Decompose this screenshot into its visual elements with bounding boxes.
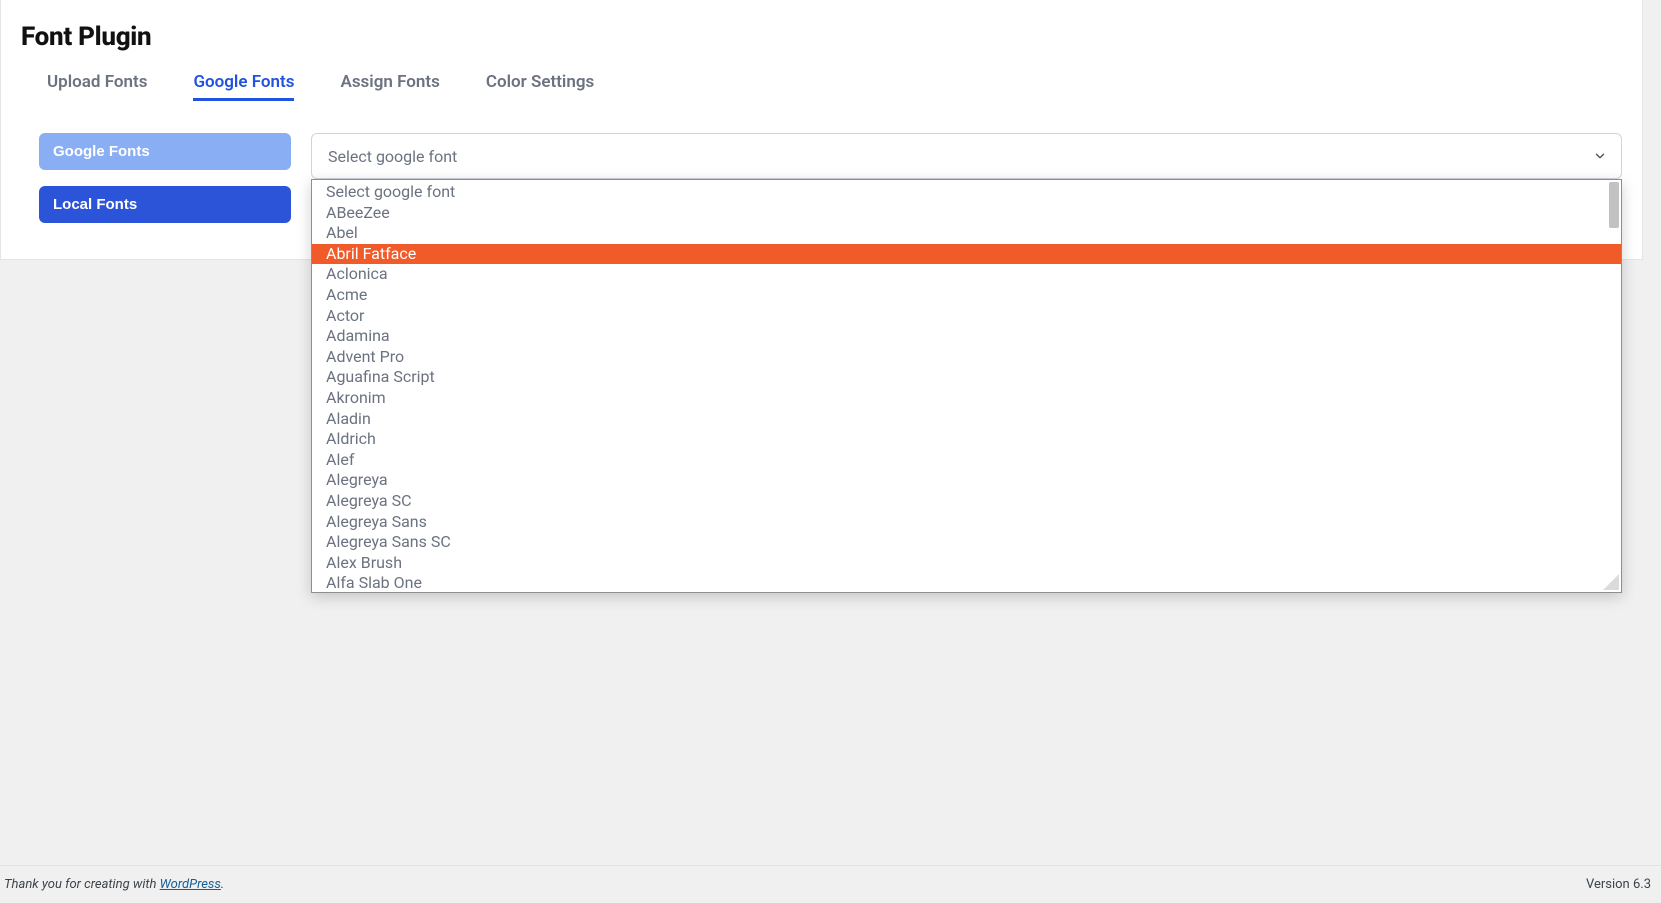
- sidebar-item-label: Google Fonts: [53, 143, 150, 160]
- font-option[interactable]: Advent Pro: [312, 347, 1621, 368]
- admin-footer: Thank you for creating with WordPress. V…: [0, 865, 1661, 903]
- sidebar-item-google-fonts[interactable]: Google Fonts: [39, 133, 291, 170]
- resize-handle-icon: [1603, 574, 1619, 590]
- footer-wordpress-link[interactable]: WordPress: [160, 877, 221, 892]
- page-title: Font Plugin: [21, 22, 1622, 52]
- chevron-down-icon: [1593, 149, 1607, 163]
- font-option[interactable]: Actor: [312, 306, 1621, 327]
- sidebar-item-label: Local Fonts: [53, 196, 137, 213]
- tab-label: Google Fonts: [193, 72, 294, 92]
- plugin-card: Font Plugin Upload Fonts Google Fonts As…: [0, 0, 1643, 260]
- footer-thanks-prefix: Thank you for creating with: [4, 877, 160, 892]
- font-option[interactable]: Alegreya Sans: [312, 512, 1621, 533]
- font-option[interactable]: Alef: [312, 450, 1621, 471]
- sidebar-item-local-fonts[interactable]: Local Fonts: [39, 186, 291, 223]
- font-option[interactable]: Select google font: [312, 182, 1621, 203]
- font-option[interactable]: Aclonica: [312, 264, 1621, 285]
- tab-upload-fonts[interactable]: Upload Fonts: [47, 72, 147, 101]
- font-option[interactable]: Akronim: [312, 388, 1621, 409]
- tabs: Upload Fonts Google Fonts Assign Fonts C…: [21, 72, 1622, 101]
- font-option[interactable]: ABeeZee: [312, 203, 1621, 224]
- font-option[interactable]: Alegreya SC: [312, 491, 1621, 512]
- font-option[interactable]: Alegreya: [312, 470, 1621, 491]
- font-select-placeholder: Select google font: [328, 147, 457, 166]
- main-panel: Select google font Select google fontABe…: [311, 133, 1622, 179]
- font-option[interactable]: Alfa Slab One: [312, 573, 1621, 593]
- font-option[interactable]: Abril Fatface: [312, 244, 1621, 265]
- tab-label: Assign Fonts: [340, 72, 439, 92]
- font-option[interactable]: Alex Brush: [312, 553, 1621, 574]
- tab-label: Upload Fonts: [47, 72, 147, 92]
- footer-version: Version 6.3: [1586, 877, 1651, 892]
- font-option[interactable]: Aldrich: [312, 429, 1621, 450]
- footer-thanks: Thank you for creating with WordPress.: [4, 877, 224, 892]
- sidebar: Google Fonts Local Fonts: [21, 133, 291, 223]
- tab-label: Color Settings: [486, 72, 594, 92]
- tab-google-fonts[interactable]: Google Fonts: [193, 72, 294, 101]
- font-option[interactable]: Aguafina Script: [312, 367, 1621, 388]
- font-option[interactable]: Alegreya Sans SC: [312, 532, 1621, 553]
- footer-thanks-suffix: .: [221, 877, 224, 892]
- tab-color-settings[interactable]: Color Settings: [486, 72, 594, 101]
- tab-assign-fonts[interactable]: Assign Fonts: [340, 72, 439, 101]
- font-dropdown[interactable]: Select google fontABeeZeeAbelAbril Fatfa…: [311, 179, 1622, 593]
- font-option[interactable]: Aladin: [312, 409, 1621, 430]
- font-option[interactable]: Abel: [312, 223, 1621, 244]
- font-select[interactable]: Select google font: [311, 133, 1622, 179]
- right-gutter: [1643, 0, 1661, 903]
- font-option[interactable]: Acme: [312, 285, 1621, 306]
- font-option[interactable]: Adamina: [312, 326, 1621, 347]
